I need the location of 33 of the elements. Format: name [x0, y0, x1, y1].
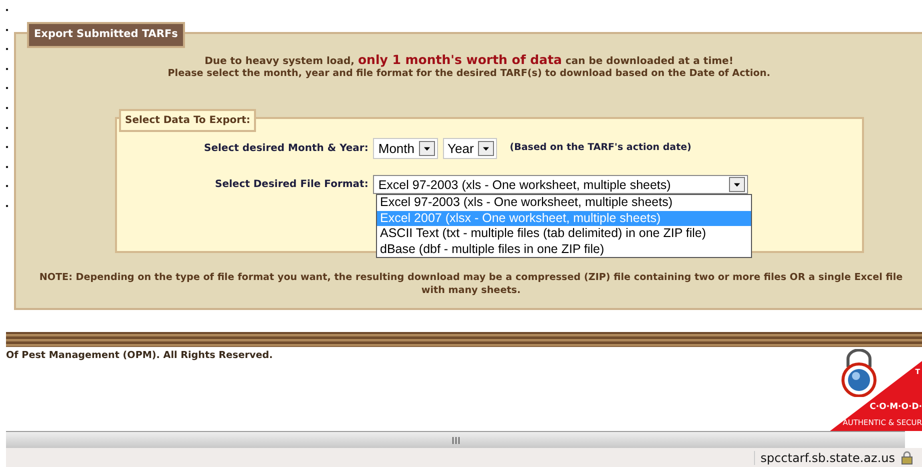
- notice-text: can be downloaded at a time!: [564, 56, 734, 67]
- fieldset-legend: Select Data To Export:: [119, 109, 256, 132]
- dropdown-option[interactable]: Excel 97-2003 (xls - One worksheet, multiple sheets): [377, 195, 751, 210]
- padlock-icon: [900, 450, 914, 464]
- dot-mark: [6, 48, 8, 50]
- notice-text: Due to heavy system load,: [204, 56, 356, 67]
- panel-title: Export Submitted TARFs: [27, 22, 185, 48]
- dot-mark: [6, 106, 8, 109]
- url-text: spcctarf.sb.state.az.us: [754, 450, 895, 464]
- dot-mark: [6, 28, 8, 31]
- dot-mark: [6, 166, 8, 168]
- file-format-label: Select Desired File Format:: [215, 178, 368, 192]
- highlight-text: only 1 month's worth of data: [358, 52, 562, 67]
- horizontal-scrollbar[interactable]: [6, 431, 905, 448]
- note-text: NOTE: Depending on the type of file format you want, the resulting download may be a compressed (ZIP) file containing two or more files OR a single Excel file with many sheets.: [38, 271, 904, 297]
- dot-mark: [6, 204, 8, 207]
- month-select[interactable]: Month: [373, 138, 438, 159]
- date-hint: (Based on the TARF's action date): [510, 141, 692, 156]
- dot-mark: [6, 68, 8, 70]
- dot-mark: [6, 87, 8, 90]
- grip-icon: [450, 436, 460, 444]
- dot-mark: [6, 146, 8, 148]
- seal-brand: C·O·M·O·D·: [870, 401, 922, 414]
- dot-mark: [6, 185, 8, 188]
- dropdown-option[interactable]: ASCII Text (txt - multiple files (tab delimited) in one ZIP file): [377, 226, 751, 242]
- year-select[interactable]: Year: [442, 138, 497, 159]
- month-year-label: Select desired Month & Year:: [204, 142, 368, 156]
- dot-mark: [6, 126, 8, 129]
- dropdown-option[interactable]: dBase (dbf - multiple files in one ZIP file): [377, 242, 751, 257]
- dot-mark: [6, 9, 8, 11]
- copyright-text: Of Pest Management (OPM). All Rights Reserved.: [5, 349, 274, 363]
- instruction-text: Please select the month, year and file format for the desired TARF(s) to download based on the Date of Action.: [166, 68, 772, 80]
- file-format-select[interactable]: Excel 97-2003 (xls - One worksheet, multiple sheets): [373, 175, 748, 194]
